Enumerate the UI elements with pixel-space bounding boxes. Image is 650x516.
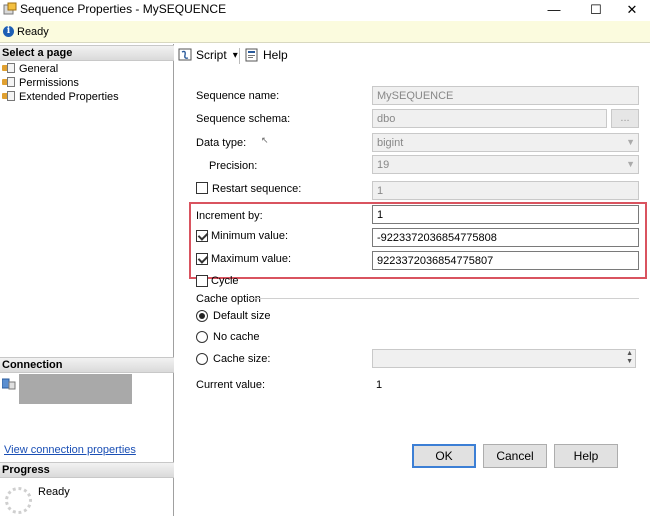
page-item-label: Permissions bbox=[19, 77, 79, 89]
server-icon bbox=[2, 378, 16, 390]
maximize-button[interactable]: ☐ bbox=[576, 0, 616, 19]
title-bar: Sequence Properties - MySEQUENCE — ☐ ✕ bbox=[0, 0, 650, 19]
data-type-select[interactable]: bigint ▼ bbox=[372, 133, 639, 152]
select-page-header: Select a page bbox=[0, 45, 174, 61]
maximum-value-checkbox[interactable] bbox=[196, 253, 208, 265]
minimum-value-field[interactable]: -9223372036854775808 bbox=[372, 228, 639, 247]
toolbar: Script ▾ Help bbox=[175, 44, 650, 68]
connection-header: Connection bbox=[0, 357, 174, 373]
no-cache-label: No cache bbox=[213, 331, 260, 343]
spinner-arrows-icon[interactable]: ▲ ▼ bbox=[626, 350, 633, 366]
sequence-properties-icon bbox=[3, 2, 17, 15]
connection-info-redacted bbox=[19, 374, 132, 404]
page-item-extended-properties[interactable]: Extended Properties bbox=[2, 90, 119, 104]
page-item-label: Extended Properties bbox=[19, 91, 119, 103]
chevron-down-icon: ▼ bbox=[626, 159, 635, 169]
default-size-radio[interactable] bbox=[196, 310, 208, 322]
data-type-value: bigint bbox=[377, 137, 404, 149]
progress-header: Progress bbox=[0, 462, 174, 478]
help-toolbar-button[interactable]: Help bbox=[245, 48, 288, 62]
cycle-checkbox[interactable] bbox=[196, 275, 208, 287]
window-title: Sequence Properties - MySEQUENCE bbox=[20, 2, 227, 16]
left-panel: Select a page General Permissions Extend… bbox=[0, 44, 174, 516]
maximum-value-label: Maximum value: bbox=[211, 253, 292, 265]
chevron-down-icon[interactable]: ▾ bbox=[233, 50, 238, 61]
wrench-icon bbox=[2, 77, 16, 89]
default-size-label: Default size bbox=[213, 310, 271, 322]
view-connection-properties-link[interactable]: View connection properties bbox=[4, 444, 136, 456]
wrench-icon bbox=[2, 91, 16, 103]
cache-size-field[interactable]: ▲ ▼ bbox=[372, 349, 636, 368]
cache-option-divider bbox=[249, 298, 639, 299]
page-item-general[interactable]: General bbox=[2, 62, 58, 76]
progress-spinner-icon bbox=[5, 487, 32, 514]
cache-option-label: Cache option bbox=[196, 293, 261, 305]
sequence-schema-label: Sequence schema: bbox=[196, 113, 291, 125]
wrench-icon bbox=[2, 63, 16, 75]
minimum-value-checkbox[interactable] bbox=[196, 230, 208, 242]
cache-size-label: Cache size: bbox=[213, 353, 271, 365]
help-button[interactable]: Help bbox=[554, 444, 618, 468]
restart-sequence-checkbox[interactable] bbox=[196, 182, 208, 194]
precision-field[interactable]: 19 ▼ bbox=[372, 155, 639, 174]
data-type-label: Data type: bbox=[196, 137, 247, 149]
browse-schema-button[interactable]: ... bbox=[611, 109, 639, 128]
progress-text: Ready bbox=[38, 486, 70, 498]
script-label: Script bbox=[196, 48, 227, 62]
close-button[interactable]: ✕ bbox=[612, 0, 650, 19]
ok-button[interactable]: OK bbox=[412, 444, 476, 468]
help-label: Help bbox=[263, 48, 288, 62]
page-item-label: General bbox=[19, 63, 59, 75]
increment-by-field[interactable]: 1 bbox=[372, 205, 639, 224]
sequence-name-label: Sequence name: bbox=[196, 90, 280, 102]
general-page: Script ▾ Help Sequence name: MySEQUENCE … bbox=[175, 44, 650, 516]
cancel-button[interactable]: Cancel bbox=[483, 444, 547, 468]
maximum-value-field[interactable]: 9223372036854775807 bbox=[372, 251, 639, 270]
minimum-value-label: Minimum value: bbox=[211, 230, 289, 242]
info-icon: i bbox=[3, 26, 14, 37]
page-item-permissions[interactable]: Permissions bbox=[2, 76, 79, 90]
no-cache-radio[interactable] bbox=[196, 331, 208, 343]
cycle-label: Cycle bbox=[211, 275, 239, 287]
restart-sequence-field[interactable]: 1 bbox=[372, 181, 639, 200]
current-value-label: Current value: bbox=[196, 379, 266, 391]
script-icon bbox=[178, 48, 192, 61]
precision-value: 19 bbox=[377, 159, 390, 171]
cache-size-radio[interactable] bbox=[196, 353, 208, 365]
minimize-button[interactable]: — bbox=[534, 0, 574, 19]
chevron-down-icon: ▼ bbox=[626, 137, 635, 147]
status-text: Ready bbox=[17, 26, 49, 38]
toolbar-separator bbox=[239, 48, 240, 64]
restart-sequence-label: Restart sequence: bbox=[212, 183, 302, 195]
help-icon bbox=[245, 48, 258, 62]
precision-label: Precision: bbox=[209, 160, 258, 172]
current-value: 1 bbox=[376, 379, 383, 391]
increment-by-label: Increment by: bbox=[196, 210, 263, 222]
sequence-schema-field[interactable]: dbo bbox=[372, 109, 607, 128]
mouse-cursor-icon: ↖ bbox=[261, 135, 269, 145]
sequence-name-field[interactable]: MySEQUENCE bbox=[372, 86, 639, 105]
script-button[interactable]: Script ▾ bbox=[178, 48, 238, 62]
status-bar: i Ready bbox=[0, 21, 650, 43]
